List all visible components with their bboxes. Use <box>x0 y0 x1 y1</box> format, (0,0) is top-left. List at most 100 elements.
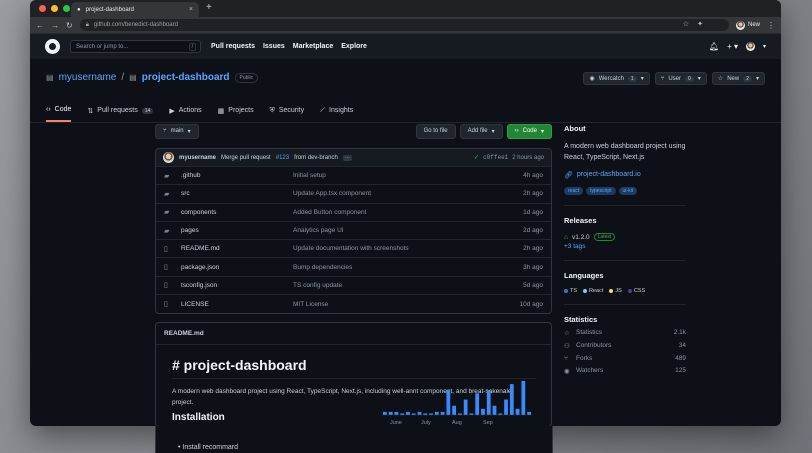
close-window-button[interactable] <box>39 5 46 12</box>
file-row[interactable]: ▰ components Added Button component 1d ago <box>156 204 551 222</box>
add-file-button[interactable]: Add file ▾ <box>459 123 503 139</box>
language-js[interactable]: JS <box>609 288 622 294</box>
avatar-chevron-down-icon[interactable]: ▾ <box>763 43 766 50</box>
file-row[interactable]: ▰ src Update App.tsx component 2h ago <box>156 185 551 204</box>
file-row[interactable]: ▯ package.json Bump dependencies 3h ago <box>156 258 551 277</box>
forward-icon[interactable]: → <box>51 21 59 30</box>
commit-message[interactable]: Update documentation with screenshots <box>293 245 523 252</box>
back-icon[interactable]: ← <box>36 21 44 30</box>
file-name[interactable]: README.md <box>181 245 293 252</box>
commit-message[interactable]: Update App.tsx component <box>293 190 523 197</box>
readme-panel: README.md # project-dashboard A modern w… <box>155 322 552 426</box>
bookmark-star-icon[interactable]: ☆ <box>683 20 689 28</box>
tab-actions[interactable]: ▶︎ Actions <box>169 106 201 122</box>
code-chevron-icon: ▾ <box>540 128 544 135</box>
commit-message[interactable]: Merge pull request <box>221 155 271 161</box>
commit-sha[interactable]: c0ffee1 <box>483 154 508 161</box>
address-bar[interactable]: 🔒︎ github.com/benedict-dashboard ☆ ✦ <box>79 19 729 31</box>
nav-pull-requests[interactable]: Pull requests <box>211 43 255 50</box>
browser-toolbar: ← → ↻ 🔒︎ github.com/benedict-dashboard ☆… <box>30 17 781 34</box>
code-button[interactable]: ‹› Code ▾ <box>506 123 552 139</box>
commit-message[interactable]: MIT License <box>293 301 520 308</box>
user-avatar[interactable] <box>745 42 755 51</box>
tab-code[interactable]: ‹› Code <box>46 106 72 122</box>
user-button[interactable]: ⑂ User 0 ▾ <box>654 72 707 85</box>
latest-release[interactable]: ⌂ v1.2.0 Latest <box>564 233 686 241</box>
repo-name-link[interactable]: project-dashboard <box>142 72 230 83</box>
watch-chevron-icon: ▾ <box>640 76 644 82</box>
website-link[interactable]: 🔗︎ project-dashboard.io <box>564 171 686 179</box>
file-name[interactable]: package.json <box>181 264 293 271</box>
readme-title: # project-dashboard <box>172 357 536 380</box>
star-button[interactable]: ☆ New 2 ▾ <box>711 72 765 85</box>
more-tags-link[interactable]: +3 tags <box>564 243 686 250</box>
language-name: React <box>589 288 604 294</box>
tab-security[interactable]: ⛨ Security <box>270 106 305 122</box>
menu-kebab-icon[interactable]: ⋮ <box>767 21 775 30</box>
file-name[interactable]: pages <box>181 227 293 234</box>
minimize-window-button[interactable] <box>51 5 58 12</box>
stat-row[interactable]: ⚇ Contributors 34 <box>564 342 686 350</box>
tab-pull-requests[interactable]: ⇅ Pull requests 14 <box>87 106 154 122</box>
topic-ui-kit[interactable]: ui-kit <box>618 187 638 195</box>
file-row[interactable]: ▰ pages Analytics page UI 2d ago <box>156 222 551 241</box>
reload-icon[interactable]: ↻ <box>66 21 73 30</box>
github-logo-icon[interactable] <box>45 39 60 54</box>
tab-projects[interactable]: ▦ Projects <box>218 106 254 122</box>
browser-tab[interactable]: ● project-dashboard × <box>71 2 199 17</box>
commit-author-avatar[interactable] <box>163 152 174 163</box>
go-to-file-button[interactable]: Go to file <box>415 123 456 139</box>
notifications-bell-icon[interactable]: 🔔︎ <box>709 42 719 51</box>
tab-insights[interactable]: ⟋ Insights <box>320 106 353 122</box>
repo-icon: ▤ <box>46 73 54 82</box>
commit-message[interactable]: TS config update <box>293 282 523 289</box>
topic-react[interactable]: react <box>564 187 584 195</box>
file-name[interactable]: LICENSE <box>181 301 293 308</box>
language-react[interactable]: React <box>583 288 603 294</box>
file-row[interactable]: ▰ .github Initial setup 4h ago <box>156 167 551 186</box>
close-tab-icon[interactable]: × <box>189 6 193 13</box>
stat-value: 489 <box>675 355 686 362</box>
branch-selector[interactable]: ⑂ main ▾ <box>155 123 199 139</box>
maximize-window-button[interactable] <box>63 5 70 12</box>
main-content: ⑂ main ▾ Go to file Add file ▾ ‹› Code ▾ my… <box>155 123 552 426</box>
nav-issues[interactable]: Issues <box>263 43 285 50</box>
nav-explore[interactable]: Explore <box>341 43 367 50</box>
commit-pr-link[interactable]: #123 <box>276 155 289 161</box>
nav-marketplace[interactable]: Marketplace <box>293 43 333 50</box>
release-version: v1.2.0 <box>571 233 590 241</box>
stat-row[interactable]: ⑂ Forks 489 <box>564 355 686 362</box>
commit-author[interactable]: myusername <box>179 155 216 161</box>
profile-button[interactable]: New <box>735 20 760 30</box>
file-name[interactable]: tsconfig.json <box>181 282 293 289</box>
commit-message[interactable]: Added Button component <box>293 209 523 216</box>
lock-icon: 🔒︎ <box>85 21 89 28</box>
chart-bar <box>417 412 422 416</box>
commit-expand-button[interactable]: ··· <box>342 154 352 161</box>
stat-row[interactable]: ☆ Statistics 2.1k <box>564 329 686 337</box>
repo-owner-link[interactable]: myusername <box>59 72 117 83</box>
file-row[interactable]: ▯ LICENSE MIT License 10d ago <box>156 295 551 313</box>
file-name[interactable]: src <box>181 190 293 197</box>
file-name[interactable]: components <box>181 209 293 216</box>
code-button-label: Code <box>522 128 537 134</box>
language-css[interactable]: CSS <box>627 288 645 294</box>
commit-message[interactable]: Initial setup <box>293 172 523 179</box>
file-rows: ▰ .github Initial setup 4h ago ▰ src Update Ap… <box>156 167 551 313</box>
extensions-icon[interactable]: ✦ <box>697 20 703 28</box>
file-name[interactable]: .github <box>181 172 293 179</box>
language-ts[interactable]: TS <box>564 288 577 294</box>
topic-typescript[interactable]: typescript <box>586 187 616 195</box>
stat-label: Contributors <box>576 342 612 349</box>
latest-commit-bar: myusername Merge pull request #123 from … <box>156 149 551 167</box>
watch-button[interactable]: ◉ Wercatch 1 ▾ <box>583 72 650 85</box>
releases-heading[interactable]: Releases <box>564 216 686 225</box>
create-new-plus-icon[interactable]: + ▾ <box>727 42 738 51</box>
new-tab-icon[interactable]: + <box>206 2 212 13</box>
commit-message[interactable]: Analytics page UI <box>293 227 523 234</box>
commit-message[interactable]: Bump dependencies <box>293 264 523 271</box>
file-row[interactable]: ▯ README.md Update documentation with scre… <box>156 240 551 259</box>
search-input[interactable]: Search or jump to... / <box>70 40 201 53</box>
stat-row[interactable]: ◉ Watchers 125 <box>564 367 686 375</box>
file-row[interactable]: ▯ tsconfig.json TS config update 5d ago <box>156 277 551 296</box>
